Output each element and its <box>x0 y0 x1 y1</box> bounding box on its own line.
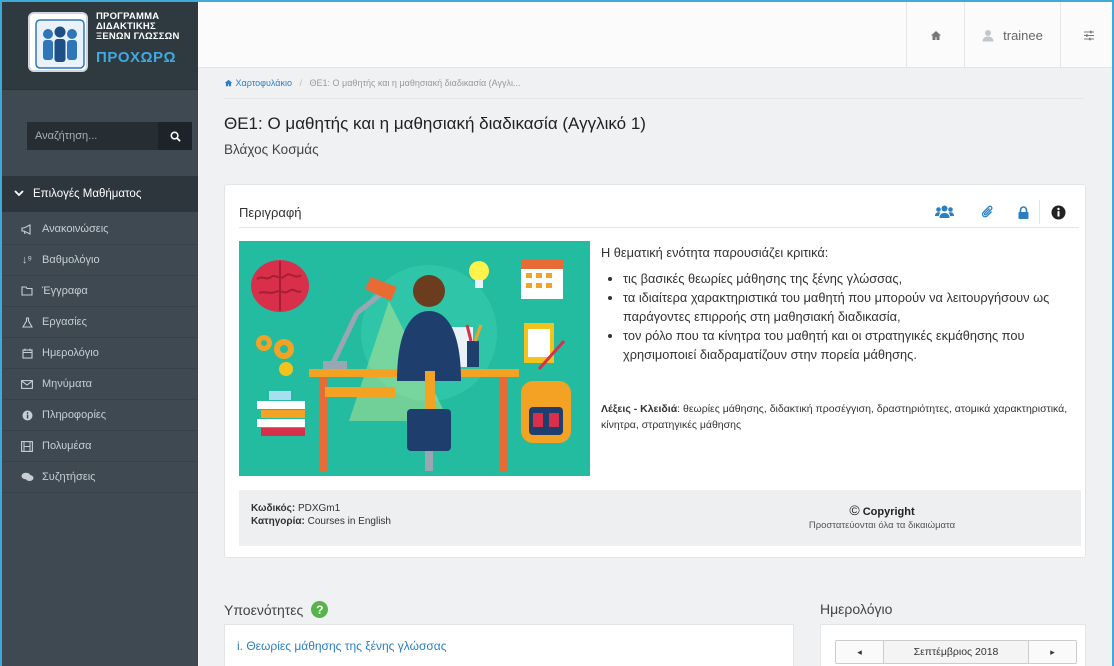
description-header: Περιγραφή <box>239 198 1079 228</box>
top-bar: trainee <box>198 2 1112 68</box>
course-illustration <box>239 241 590 476</box>
sidebar-item-label: Συζητήσεις <box>42 471 96 483</box>
sliders-icon <box>1083 30 1094 40</box>
subsections-title: Υποενότητες <box>224 601 304 618</box>
sidebar-item-documents[interactable]: Έγγραφα <box>2 276 198 307</box>
sidebar-item-announcements[interactable]: Ανακοινώσεις <box>2 214 198 245</box>
keywords: Λέξεις - Κλειδιά: θεωρίες μάθησης, διδακ… <box>601 401 1071 433</box>
user-avatar-icon <box>982 29 994 41</box>
program-logo[interactable]: ΠΡΟΓΡΑΜΜΑ ΔΙΔΑΚΤΙΚΗΣ ΞΕΝΩΝ ΓΛΩΣΣΩΝ ΠΡΟΧΩ… <box>2 2 198 90</box>
chevron-down-icon <box>14 189 24 200</box>
calendar-month: Σεπτέμβριος 2018 <box>884 641 1028 663</box>
users-icon[interactable] <box>933 201 955 223</box>
home-icon <box>224 79 233 87</box>
sidebar-item-label: Ανακοινώσεις <box>42 223 109 235</box>
subsection-link[interactable]: i. Θεωρίες μάθησης της ξένης γλώσσας <box>237 639 447 653</box>
help-icon[interactable]: ? <box>311 601 329 618</box>
logo-emblem <box>28 12 88 72</box>
calendar-nav: ◂ Σεπτέμβριος 2018 ▸ <box>835 640 1077 664</box>
calendar-icon <box>20 348 34 359</box>
main-content: Χαρτοφυλάκιο / ΘΕ1: Ο μαθητής και η μαθη… <box>198 68 1112 666</box>
username: trainee <box>1003 27 1043 43</box>
sidebar-item-label: Εργασίες <box>42 316 87 328</box>
info-icon <box>20 410 34 421</box>
sidebar-item-label: Πολυμέσα <box>42 440 92 452</box>
description-title: Περιγραφή <box>239 205 302 220</box>
page-title: ΘΕ1: Ο μαθητής και η μαθησιακή διαδικασί… <box>224 114 646 133</box>
megaphone-icon <box>20 223 34 235</box>
caret-right-icon: ▸ <box>1050 646 1055 657</box>
sidebar-item-label: Έγγραφα <box>42 285 88 297</box>
sidebar-item-discussions[interactable]: Συζητήσεις <box>2 462 198 493</box>
description-intro: Η θεματική ενότητα παρουσιάζει κριτικά: <box>601 245 829 260</box>
list-item: τις βασικές θεωρίες μάθησης της ξένης γλ… <box>623 269 1071 288</box>
folder-icon <box>20 286 34 296</box>
search-input[interactable] <box>27 122 158 150</box>
sidebar-item-label: Πληροφορίες <box>42 409 107 421</box>
search-icon <box>170 131 181 142</box>
sidebar-item-info[interactable]: Πληροφορίες <box>2 400 198 431</box>
sidebar: ΠΡΟΓΡΑΜΜΑ ΔΙΔΑΚΤΙΚΗΣ ΞΕΝΩΝ ΓΛΩΣΣΩΝ ΠΡΟΧΩ… <box>2 2 198 666</box>
subsections-heading: Υποενότητες ? <box>224 601 329 618</box>
calendar-prev-button[interactable]: ◂ <box>836 641 884 663</box>
paperclip-icon[interactable] <box>977 201 999 223</box>
sidebar-item-label: Βαθμολόγιο <box>42 254 100 266</box>
flask-icon <box>20 316 34 328</box>
logo-line-3: ΞΕΝΩΝ ΓΛΩΣΣΩΝ <box>96 31 180 42</box>
sidebar-item-multimedia[interactable]: Πολυμέσα <box>2 431 198 462</box>
breadcrumb-separator: / <box>299 78 303 88</box>
copyright-icon: © <box>849 502 860 518</box>
course-menu: Ανακοινώσεις ↓⁹ Βαθμολόγιο Έγγραφα Εργασί… <box>2 214 198 493</box>
comments-icon <box>20 472 34 482</box>
sidebar-item-label: Μηνύματα <box>42 378 93 390</box>
course-options-label: Επιλογές Μαθήματος <box>33 188 142 200</box>
course-code: PDXGm1 <box>297 503 341 514</box>
course-meta: Κωδικός: PDXGm1 Κατηγορία: Courses in En… <box>251 502 391 528</box>
course-category: Courses in English <box>307 516 391 527</box>
sidebar-item-messages[interactable]: Μηνύματα <box>2 369 198 400</box>
breadcrumb-portfolio-link[interactable]: Χαρτοφυλάκιο <box>236 78 292 88</box>
info-icon[interactable] <box>1047 201 1069 223</box>
envelope-icon <box>20 379 34 389</box>
film-icon <box>20 440 34 452</box>
course-author: Βλάχος Κοσμάς <box>224 142 319 157</box>
description-list: τις βασικές θεωρίες μάθησης της ξένης γλ… <box>623 269 1071 364</box>
home-icon <box>930 30 941 40</box>
sidebar-item-label: Ημερολόγιο <box>42 347 99 359</box>
home-button[interactable] <box>906 2 964 68</box>
sort-numeric-icon: ↓⁹ <box>21 254 33 266</box>
code-label: Κωδικός: <box>251 503 296 514</box>
subsections-panel: i. Θεωρίες μάθησης της ξένης γλώσσας <box>224 624 794 666</box>
app-frame: ΠΡΟΓΡΑΜΜΑ ΔΙΔΑΚΤΙΚΗΣ ΞΕΝΩΝ ΓΛΩΣΣΩΝ ΠΡΟΧΩ… <box>0 0 1114 666</box>
copyright-label: Copyright <box>862 506 915 518</box>
copyright-notice: © Copyright Προστατεύονται όλα τα δικαιώ… <box>787 502 977 531</box>
list-item: τον ρόλο που τα κίνητρα του μαθητή και ο… <box>623 326 1071 364</box>
sidebar-item-assignments[interactable]: Εργασίες <box>2 307 198 338</box>
course-options-toggle[interactable]: Επιλογές Μαθήματος <box>2 176 198 212</box>
course-info-footer: Κωδικός: PDXGm1 Κατηγορία: Courses in En… <box>239 490 1081 546</box>
breadcrumb: Χαρτοφυλάκιο / ΘΕ1: Ο μαθητής και η μαθη… <box>224 78 521 88</box>
logo-brand: ΠΡΟΧΩΡΩ <box>96 49 177 66</box>
category-label: Κατηγορία: <box>251 516 305 527</box>
user-menu[interactable]: trainee <box>964 2 1060 68</box>
calendar-next-button[interactable]: ▸ <box>1028 641 1076 663</box>
sidebar-search <box>27 122 192 150</box>
list-item: τα ιδιαίτερα χαρακτηριστικά του μαθητή π… <box>623 288 1071 326</box>
settings-button[interactable] <box>1060 2 1112 68</box>
lock-icon[interactable] <box>1012 201 1034 223</box>
rights-text: Προστατεύονται όλα τα δικαιώματα <box>808 520 956 531</box>
description-text: Η θεματική ενότητα παρουσιάζει κριτικά: … <box>601 243 1071 364</box>
keywords-label: Λέξεις - Κλειδιά <box>601 403 678 415</box>
divider <box>224 98 1084 99</box>
caret-left-icon: ◂ <box>857 646 862 657</box>
divider <box>1039 200 1040 224</box>
search-button[interactable] <box>158 122 192 150</box>
breadcrumb-current: ΘΕ1: Ο μαθητής και η μαθησιακή διαδικασί… <box>309 78 521 88</box>
sidebar-item-calendar[interactable]: Ημερολόγιο <box>2 338 198 369</box>
sidebar-item-gradebook[interactable]: ↓⁹ Βαθμολόγιο <box>2 245 198 276</box>
calendar-panel: ◂ Σεπτέμβριος 2018 ▸ <box>820 624 1086 666</box>
description-card: Περιγραφή Η θεματική ενότητα παρουσιάζει… <box>224 184 1086 558</box>
calendar-title: Ημερολόγιο <box>820 601 893 617</box>
